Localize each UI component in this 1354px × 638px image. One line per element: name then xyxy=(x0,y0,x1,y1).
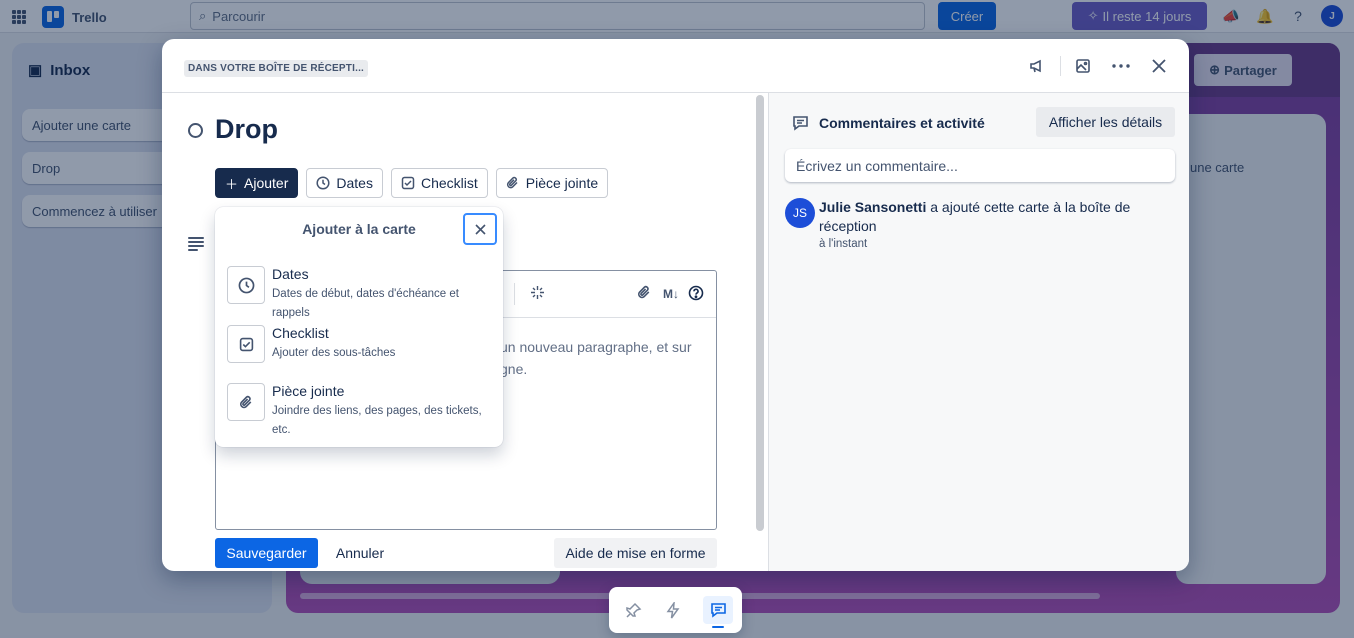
comment-icon xyxy=(792,115,809,136)
close-icon[interactable] xyxy=(1145,52,1173,80)
pin-icon[interactable] xyxy=(618,596,648,624)
popover-item-name: Checklist xyxy=(272,325,329,341)
add-button[interactable]: ＋ Ajouter xyxy=(215,168,299,198)
markdown-icon[interactable]: M↓ xyxy=(663,287,679,301)
attachment-button[interactable]: Pièce jointe xyxy=(495,168,609,198)
paperclip-icon xyxy=(506,176,518,189)
popover-item-dates[interactable]: Dates Dates de début, dates d'échéance e… xyxy=(227,266,495,319)
activity-timestamp[interactable]: à l'instant xyxy=(819,238,867,250)
activity-title: Commentaires et activité xyxy=(819,115,985,131)
paperclip-icon[interactable] xyxy=(637,285,652,303)
checklist-label: Checklist xyxy=(420,175,478,191)
popover-item-name: Dates xyxy=(272,266,309,282)
modal-header: DANS VOTRE BOÎTE DE RÉCEPTI... xyxy=(162,39,1189,93)
more-options-icon[interactable] xyxy=(1107,52,1135,80)
activity-user[interactable]: Julie Sansonetti xyxy=(819,199,926,215)
card-actions: ＋ Ajouter Dates Checklist Pièce jointe xyxy=(215,168,609,198)
paperclip-icon xyxy=(227,383,265,421)
pane-scrollbar[interactable] xyxy=(756,95,764,531)
lightning-icon[interactable] xyxy=(658,596,688,624)
ai-sparkle-icon[interactable] xyxy=(530,285,545,303)
active-indicator xyxy=(712,626,724,628)
clock-icon xyxy=(316,176,330,190)
show-details-button[interactable]: Afficher les détails xyxy=(1036,107,1175,137)
checklist-button[interactable]: Checklist xyxy=(390,168,488,198)
popover-item-desc: Ajouter des sous-tâches xyxy=(272,347,396,359)
avatar[interactable]: JS xyxy=(785,198,815,228)
editor-line: gne. xyxy=(500,361,528,377)
save-button[interactable]: Sauvegarder xyxy=(215,538,318,568)
editor-line: un nouveau paragraphe, et sur xyxy=(500,339,692,355)
checkbox-icon xyxy=(401,176,415,190)
complete-toggle[interactable] xyxy=(188,123,203,138)
attachment-label: Pièce jointe xyxy=(525,175,599,191)
bottom-dock xyxy=(609,587,742,633)
editor-actions: Sauvegarder Annuler Aide de mise en form… xyxy=(215,538,717,568)
activity-entry: Julie Sansonetti a ajouté cette carte à … xyxy=(819,198,1164,236)
popover-item-checklist[interactable]: Checklist Ajouter des sous-tâches xyxy=(227,325,495,373)
card-title[interactable]: Drop xyxy=(215,114,278,145)
description-icon xyxy=(188,237,204,251)
popover-item-desc: Dates de début, dates d'échéance et rapp… xyxy=(272,288,459,319)
toolbar-divider xyxy=(514,283,515,305)
clock-icon xyxy=(227,266,265,304)
popover-title: Ajouter à la carte xyxy=(302,221,416,237)
megaphone-icon[interactable] xyxy=(1023,52,1051,80)
checkbox-icon xyxy=(227,325,265,363)
editor-content[interactable]: un nouveau paragraphe, et sur gne. xyxy=(500,336,710,380)
popover-item-desc: Joindre des liens, des pages, des ticket… xyxy=(272,405,482,436)
close-icon[interactable] xyxy=(463,213,497,245)
cancel-button[interactable]: Annuler xyxy=(328,538,392,568)
comment-icon[interactable] xyxy=(703,596,733,624)
add-label: Ajouter xyxy=(244,175,289,191)
dates-label: Dates xyxy=(336,175,373,191)
plus-icon: ＋ xyxy=(225,176,239,192)
header-divider xyxy=(1060,56,1061,76)
help-circle-icon[interactable] xyxy=(688,285,704,304)
activity-pane: Commentaires et activité Afficher les dé… xyxy=(768,93,1189,571)
breadcrumb[interactable]: DANS VOTRE BOÎTE DE RÉCEPTI... xyxy=(184,60,369,77)
popover-item-name: Pièce jointe xyxy=(272,383,345,399)
comment-input[interactable]: Écrivez un commentaire... xyxy=(785,149,1175,182)
add-to-card-popover: Ajouter à la carte Dates Dates de début,… xyxy=(215,207,503,447)
cover-image-icon[interactable] xyxy=(1069,52,1097,80)
popover-item-attachment[interactable]: Pièce jointe Joindre des liens, des page… xyxy=(227,383,495,436)
dates-button[interactable]: Dates xyxy=(306,168,383,198)
formatting-help-button[interactable]: Aide de mise en forme xyxy=(554,538,717,568)
